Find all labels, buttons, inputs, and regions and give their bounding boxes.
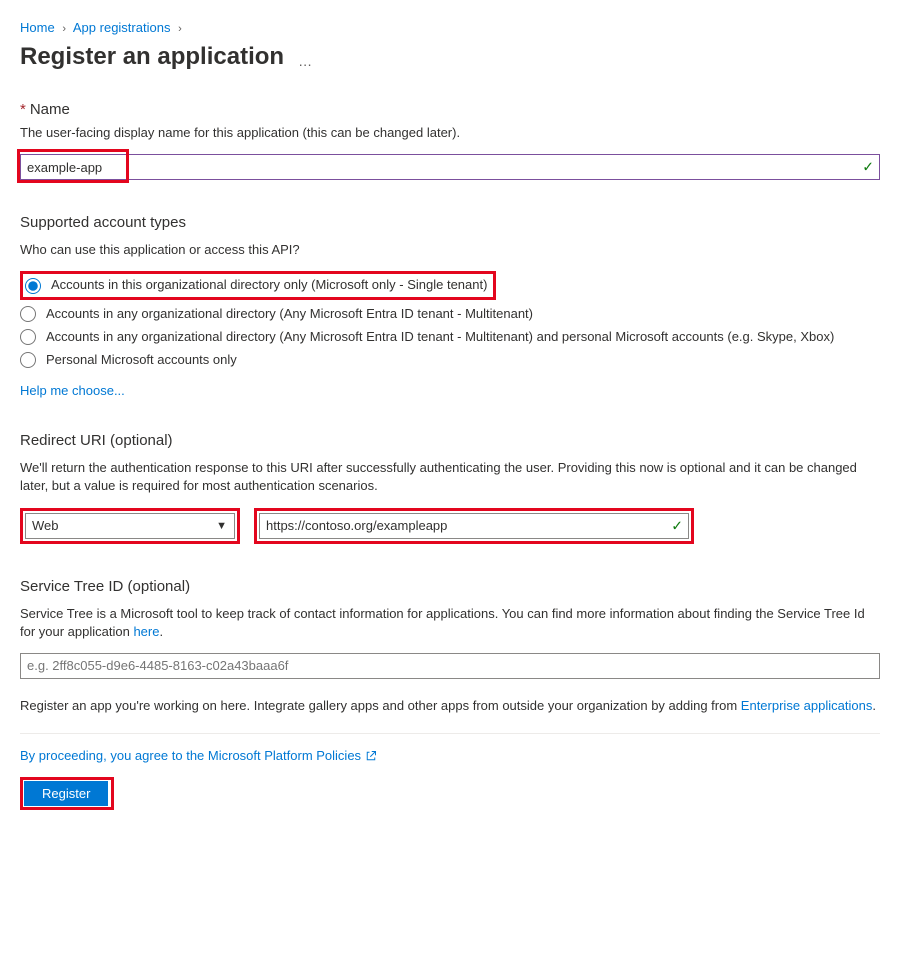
account-types-radio-group: Accounts in this organizational director… (20, 271, 880, 369)
radio-multitenant-label[interactable]: Accounts in any organizational directory… (46, 305, 533, 323)
platform-select[interactable]: Web (25, 513, 235, 539)
radio-multitenant[interactable] (20, 306, 36, 322)
gallery-apps-note: Register an app you're working on here. … (20, 697, 880, 715)
redirect-uri-help: We'll return the authentication response… (20, 459, 880, 495)
radio-multitenant-personal[interactable] (20, 329, 36, 345)
register-button[interactable]: Register (24, 781, 108, 806)
breadcrumb-home[interactable]: Home (20, 20, 55, 35)
help-me-choose-link[interactable]: Help me choose... (20, 383, 125, 398)
breadcrumb-app-registrations[interactable]: App registrations (73, 20, 171, 35)
platform-policies-link[interactable]: By proceeding, you agree to the Microsof… (20, 748, 880, 763)
radio-personal-only[interactable] (20, 352, 36, 368)
enterprise-applications-link[interactable]: Enterprise applications (741, 698, 873, 713)
account-types-heading: Supported account types (20, 214, 880, 231)
more-actions-icon[interactable]: … (298, 53, 313, 69)
service-tree-help: Service Tree is a Microsoft tool to keep… (20, 605, 880, 641)
breadcrumb: Home › App registrations › (20, 20, 880, 35)
account-types-section: Supported account types Who can use this… (20, 214, 880, 398)
service-tree-section: Service Tree ID (optional) Service Tree … (20, 578, 880, 679)
divider (20, 733, 880, 734)
radio-single-tenant-label[interactable]: Accounts in this organizational director… (51, 276, 487, 294)
page-title: Register an application (20, 43, 284, 71)
external-link-icon (365, 750, 377, 762)
redirect-uri-input[interactable] (259, 513, 689, 539)
redirect-uri-section: Redirect URI (optional) We'll return the… (20, 432, 880, 543)
redirect-uri-heading: Redirect URI (optional) (20, 432, 880, 449)
chevron-right-icon: › (62, 23, 66, 35)
service-tree-id-input[interactable] (20, 653, 880, 679)
highlight-box: Register (20, 777, 114, 810)
service-tree-here-link[interactable]: here (133, 624, 159, 639)
radio-single-tenant[interactable] (25, 278, 41, 294)
service-tree-heading: Service Tree ID (optional) (20, 578, 880, 595)
name-label: *Name (20, 101, 880, 118)
radio-personal-only-label[interactable]: Personal Microsoft accounts only (46, 351, 237, 369)
name-section: *Name The user-facing display name for t… (20, 101, 880, 180)
radio-multitenant-personal-label[interactable]: Accounts in any organizational directory… (46, 328, 834, 346)
required-asterisk: * (20, 101, 26, 118)
chevron-right-icon: › (178, 23, 182, 35)
account-types-question: Who can use this application or access t… (20, 241, 880, 259)
highlight-box: Web ▼ (20, 508, 240, 544)
name-input[interactable] (20, 154, 880, 180)
highlight-box: ✓ (254, 508, 694, 544)
name-help-text: The user-facing display name for this ap… (20, 124, 880, 142)
highlight-box: Accounts in this organizational director… (20, 271, 496, 299)
